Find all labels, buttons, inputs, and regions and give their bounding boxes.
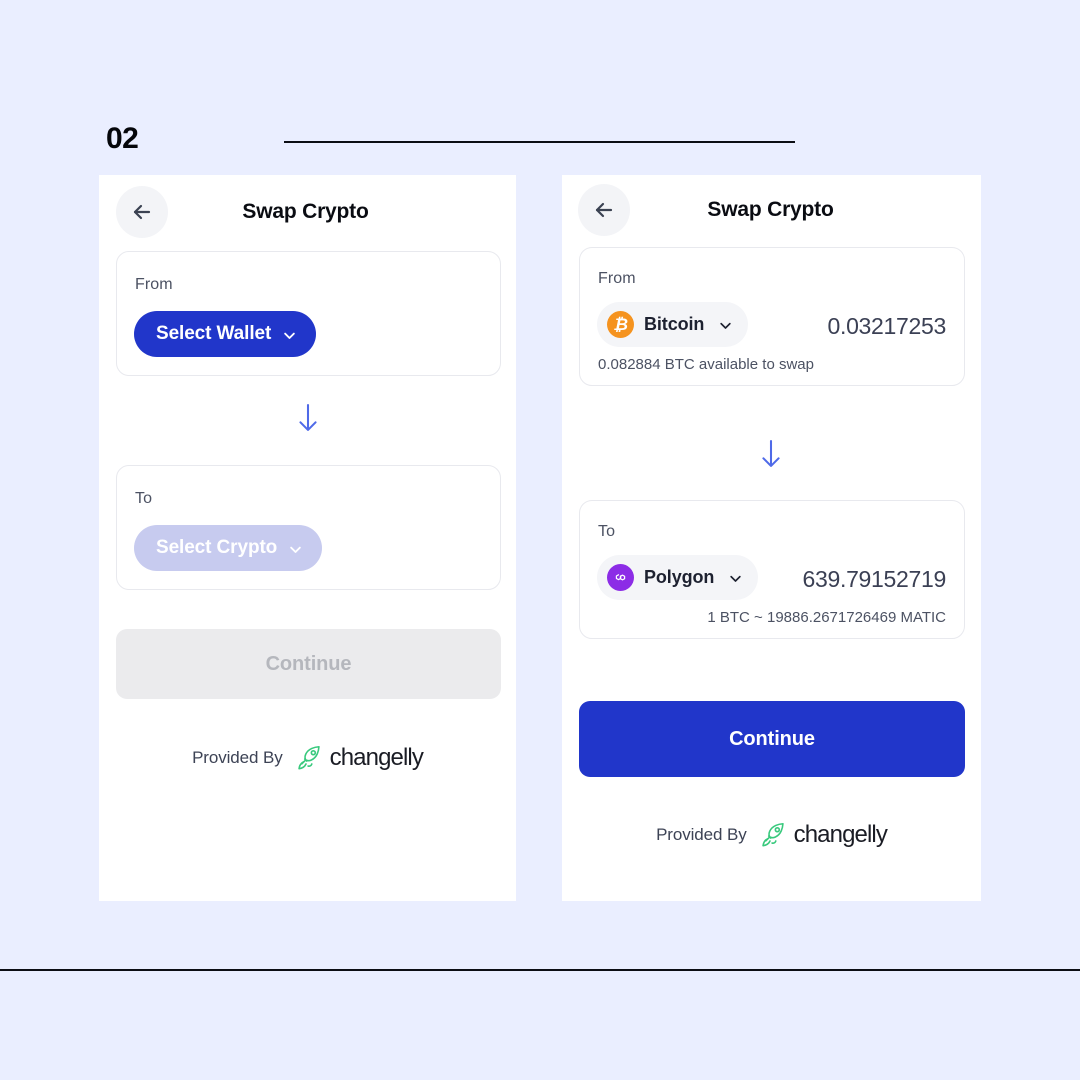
bitcoin-icon: ₿ xyxy=(607,311,634,338)
rocket-icon xyxy=(294,743,324,773)
provided-by-label: Provided By xyxy=(656,825,747,844)
continue-button[interactable]: Continue xyxy=(116,629,501,699)
select-crypto-button[interactable]: Select Crypto xyxy=(134,525,323,571)
to-label: To xyxy=(598,523,616,540)
to-field-card: To Polygon 639.79152719 1 BTC ~ 19886.26… xyxy=(579,500,965,639)
chevron-down-icon xyxy=(282,327,297,342)
changelly-wordmark: changelly xyxy=(793,821,888,848)
back-button[interactable] xyxy=(116,186,168,238)
continue-button[interactable]: Continue xyxy=(579,701,965,777)
select-crypto-label: Select Crypto xyxy=(156,537,278,558)
from-label: From xyxy=(598,270,636,287)
arrow-left-icon xyxy=(595,202,613,218)
from-available-helper: 0.082884 BTC available to swap xyxy=(598,356,814,373)
changelly-logo: changelly xyxy=(758,820,888,850)
swap-direction-arrow[interactable] xyxy=(758,437,784,471)
phone-screen-filled-state: Swap Crypto From ₿ Bitcoin 0.03217253 0.… xyxy=(562,175,981,901)
to-asset-name: Polygon xyxy=(644,567,715,587)
to-field-card: To Select Crypto xyxy=(116,465,501,590)
swap-direction-arrow[interactable] xyxy=(295,401,321,435)
chevron-down-icon xyxy=(718,317,733,332)
select-wallet-label: Select Wallet xyxy=(156,323,272,344)
arrow-down-icon xyxy=(299,403,317,431)
header-divider xyxy=(284,141,795,143)
phone-screen-empty-state: Swap Crypto From Select Wallet To Select… xyxy=(99,175,516,901)
rocket-icon xyxy=(758,820,788,850)
from-field-card: From ₿ Bitcoin 0.03217253 0.082884 BTC a… xyxy=(579,247,965,386)
arrow-left-icon xyxy=(133,204,151,220)
from-asset-name: Bitcoin xyxy=(644,314,705,334)
bottom-divider xyxy=(0,969,1080,971)
chevron-down-icon xyxy=(288,541,303,556)
changelly-logo: changelly xyxy=(294,743,424,773)
exchange-rate-helper: 1 BTC ~ 19886.2671726469 MATIC xyxy=(707,609,946,626)
app-top-bar: Swap Crypto xyxy=(99,183,516,241)
from-label: From xyxy=(135,276,173,293)
polygon-icon xyxy=(607,564,634,591)
to-amount[interactable]: 639.79152719 xyxy=(803,566,947,593)
from-field-card: From Select Wallet xyxy=(116,251,501,376)
arrow-down-icon xyxy=(762,439,780,467)
chevron-down-icon xyxy=(728,570,743,585)
to-label: To xyxy=(135,490,153,507)
from-amount[interactable]: 0.03217253 xyxy=(827,313,946,340)
provided-by-label: Provided By xyxy=(192,748,283,767)
footer-attribution: Provided By changelly xyxy=(562,820,981,850)
app-top-bar: Swap Crypto xyxy=(562,181,981,239)
to-asset-selector[interactable]: Polygon xyxy=(597,555,759,600)
from-asset-selector[interactable]: ₿ Bitcoin xyxy=(597,302,749,347)
select-wallet-button[interactable]: Select Wallet xyxy=(134,311,317,357)
back-button[interactable] xyxy=(578,184,630,236)
bitcoin-symbol: ₿ xyxy=(613,315,628,334)
footer-attribution: Provided By changelly xyxy=(99,743,516,773)
step-number: 02 xyxy=(106,122,139,155)
changelly-wordmark: changelly xyxy=(329,744,424,771)
